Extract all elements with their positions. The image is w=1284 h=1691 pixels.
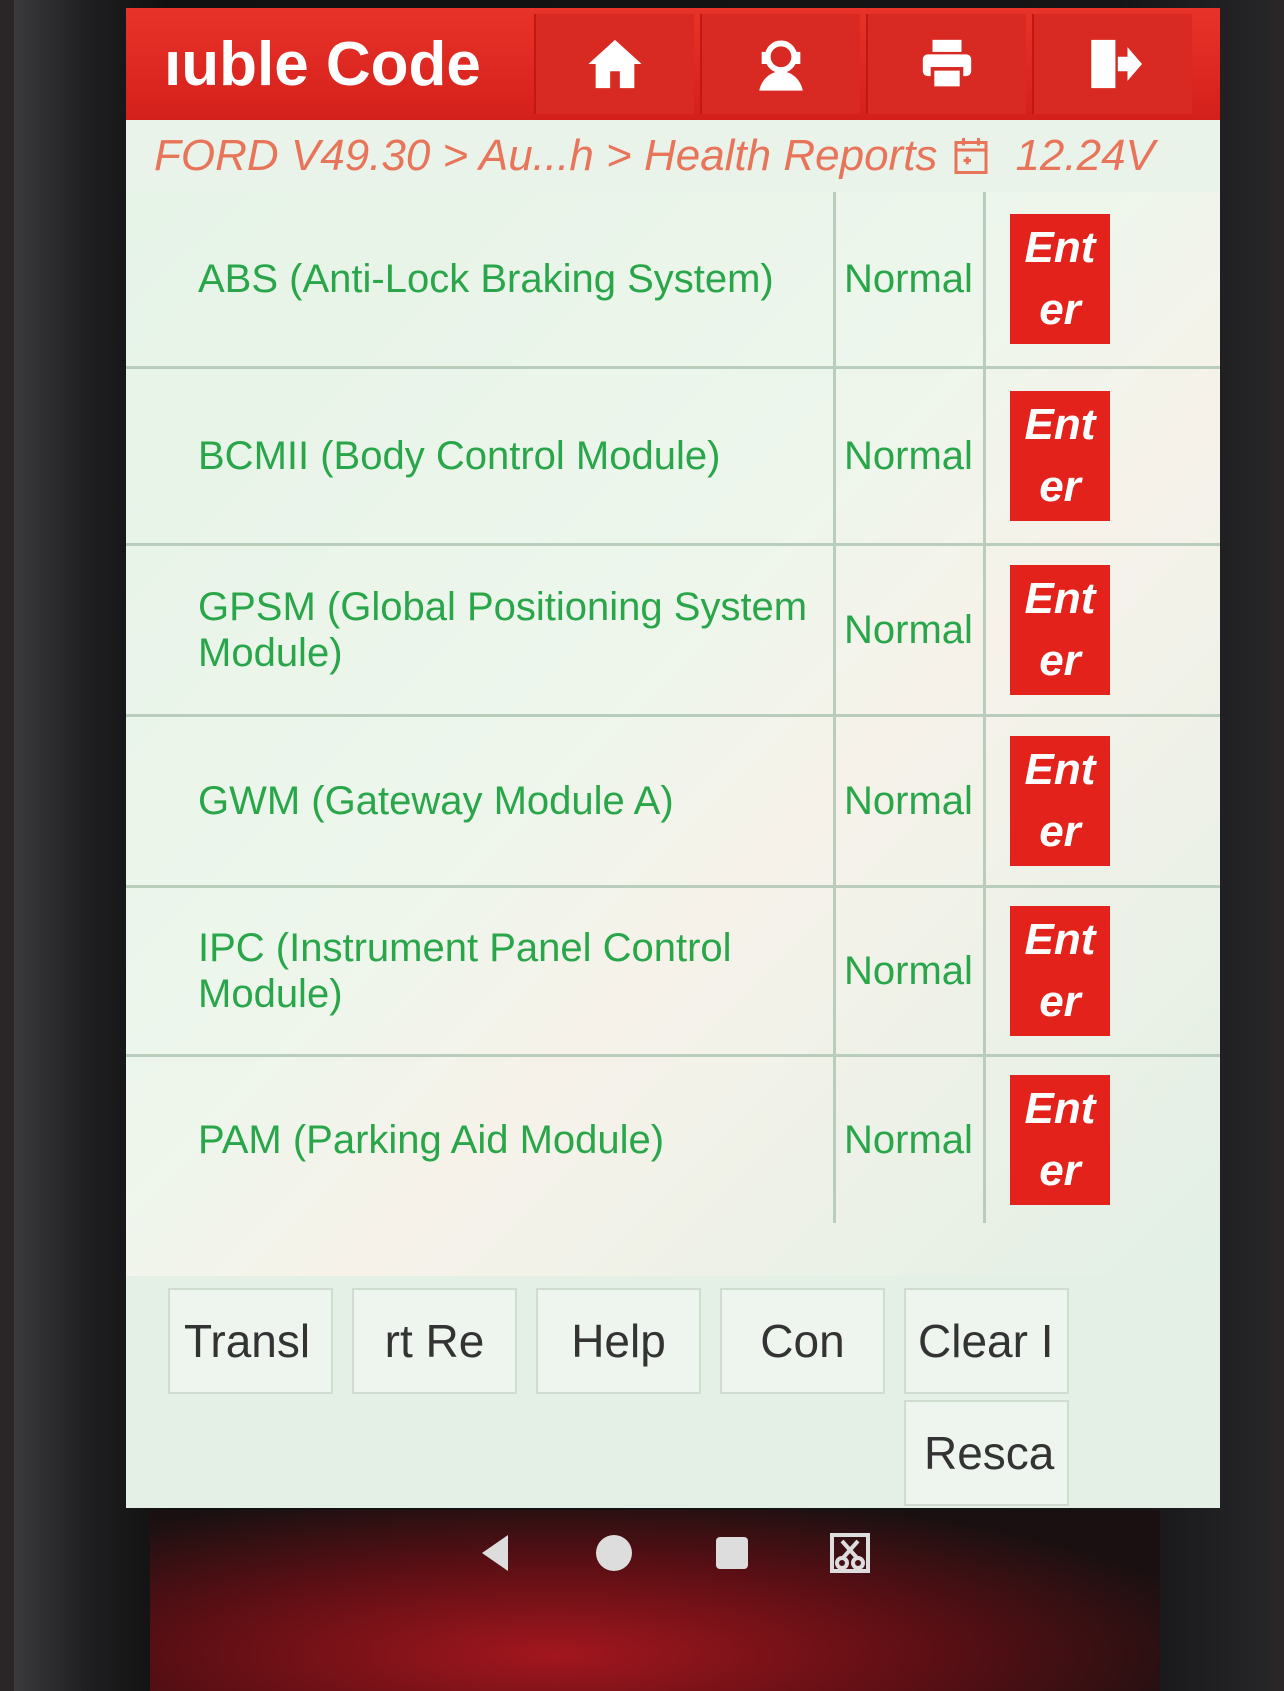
table-row: PAM (Parking Aid Module) Normal Ent er xyxy=(126,1057,1220,1223)
module-name: BCMII (Body Control Module) xyxy=(126,369,836,543)
enter-cell: Ent er xyxy=(986,888,1220,1054)
module-name: GPSM (Global Positioning System Module) xyxy=(126,546,836,714)
enter-cell: Ent er xyxy=(986,1057,1220,1223)
enter-label-line2: er xyxy=(1039,977,1081,1026)
module-status: Normal xyxy=(836,1057,986,1223)
clear-codes-button[interactable]: Clear I xyxy=(904,1288,1069,1394)
enter-label-line1: Ent xyxy=(1024,1084,1096,1133)
home-icon xyxy=(588,39,642,89)
support-agent-icon xyxy=(759,40,803,91)
printer-icon xyxy=(922,39,972,90)
translate-button[interactable]: Transl xyxy=(168,1288,333,1394)
battery-voltage: 12.24V xyxy=(1015,131,1155,180)
enter-button[interactable]: Ent er xyxy=(1010,391,1110,521)
module-name: IPC (Instrument Panel Control Module) xyxy=(126,888,836,1054)
module-name: PAM (Parking Aid Module) xyxy=(126,1057,836,1223)
enter-label-line2: er xyxy=(1039,285,1081,334)
help-button[interactable]: Help xyxy=(536,1288,701,1394)
confirm-button[interactable]: Con xyxy=(720,1288,885,1394)
enter-button[interactable]: Ent er xyxy=(1010,906,1110,1036)
module-name: GWM (Gateway Module A) xyxy=(126,717,836,885)
enter-button[interactable]: Ent er xyxy=(1010,565,1110,695)
print-button[interactable] xyxy=(866,14,1026,114)
enter-label-line1: Ent xyxy=(1024,915,1096,964)
module-name: ABS (Anti-Lock Braking System) xyxy=(126,192,836,366)
enter-label-line2: er xyxy=(1039,636,1081,685)
module-status: Normal xyxy=(836,192,986,366)
table-row: ABS (Anti-Lock Braking System) Normal En… xyxy=(126,192,1220,369)
enter-cell: Ent er xyxy=(986,192,1220,366)
breadcrumb: FORD V49.30 > Au...h > Health Reports 12… xyxy=(126,120,1220,192)
recents-icon[interactable] xyxy=(708,1529,756,1577)
enter-button[interactable]: Ent er xyxy=(1010,214,1110,344)
back-icon[interactable] xyxy=(472,1529,520,1577)
exit-icon xyxy=(1091,39,1142,89)
home-button[interactable] xyxy=(534,14,694,114)
module-status: Normal xyxy=(836,717,986,885)
table-row: BCMII (Body Control Module) Normal Ent e… xyxy=(126,369,1220,546)
enter-label-line2: er xyxy=(1039,462,1081,511)
table-row: IPC (Instrument Panel Control Module) No… xyxy=(126,888,1220,1057)
enter-label-line1: Ent xyxy=(1024,400,1096,449)
enter-button[interactable]: Ent er xyxy=(1010,736,1110,866)
table-row: GWM (Gateway Module A) Normal Ent er xyxy=(126,717,1220,888)
header-bar: ıuble Code xyxy=(126,8,1220,120)
enter-cell: Ent er xyxy=(986,717,1220,885)
enter-cell: Ent er xyxy=(986,369,1220,543)
module-status: Normal xyxy=(836,546,986,714)
module-status: Normal xyxy=(836,369,986,543)
exit-button[interactable] xyxy=(1032,14,1192,114)
rescan-button[interactable]: Resca xyxy=(904,1400,1069,1506)
enter-label-line2: er xyxy=(1039,1146,1081,1195)
enter-button[interactable]: Ent er xyxy=(1010,1075,1110,1205)
home-nav-icon[interactable] xyxy=(590,1529,638,1577)
enter-label-line1: Ent xyxy=(1024,745,1096,794)
breadcrumb-path: FORD V49.30 > Au...h > Health Reports xyxy=(154,131,938,180)
enter-label-line2: er xyxy=(1039,807,1081,856)
enter-label-line1: Ent xyxy=(1024,223,1096,272)
calendar-icon[interactable] xyxy=(953,136,989,176)
page-title: ıuble Code xyxy=(164,29,481,99)
enter-label-line1: Ent xyxy=(1024,574,1096,623)
enter-cell: Ent er xyxy=(986,546,1220,714)
screen: ıuble Code FORD V49.30 > Au...h > Health… xyxy=(126,8,1220,1508)
table-row: GPSM (Global Positioning System Module) … xyxy=(126,546,1220,717)
module-list: ABS (Anti-Lock Braking System) Normal En… xyxy=(126,192,1220,1276)
report-button[interactable]: rt Re xyxy=(352,1288,517,1394)
android-nav-bar xyxy=(126,1508,1220,1598)
screenshot-icon[interactable] xyxy=(826,1529,874,1577)
module-status: Normal xyxy=(836,888,986,1054)
bottom-toolbar: Transl rt Re Help Con Clear I Resca xyxy=(126,1276,1220,1508)
support-button[interactable] xyxy=(700,14,860,114)
